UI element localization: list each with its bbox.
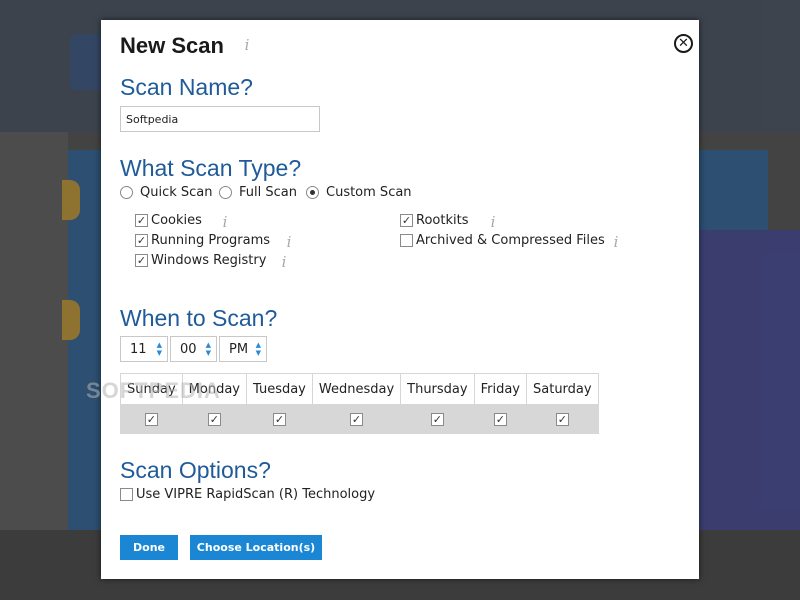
checkbox-label: Windows Registry (151, 253, 267, 268)
days-header-row: Sunday Monday Tuesday Wednesday Thursday… (120, 373, 599, 405)
quick-scan-radio[interactable]: Quick Scan (120, 185, 213, 200)
full-scan-radio[interactable]: Full Scan (219, 185, 297, 200)
checkbox-checked[interactable]: ✓ (135, 214, 148, 227)
checkbox-label: Rootkits (416, 213, 469, 228)
scan-type-heading: What Scan Type? (120, 155, 302, 181)
sunday-checkbox[interactable]: ✓ (144, 412, 158, 426)
day-cell: ✓ (120, 404, 183, 434)
running-programs-checkbox[interactable]: ✓ Running Programs (135, 233, 270, 248)
checkbox-label: Archived & Compressed Files (416, 233, 605, 248)
friday-checkbox[interactable]: ✓ (493, 412, 507, 426)
checkbox-unchecked[interactable] (400, 234, 413, 247)
day-header-tuesday: Tuesday (245, 373, 313, 405)
close-button[interactable]: ✕ (674, 34, 693, 53)
minute-spinner[interactable]: 00 ▲ ▼ (170, 336, 217, 362)
info-icon[interactable]: i (611, 234, 621, 250)
days-checkbox-row: ✓ ✓ ✓ ✓ ✓ ✓ ✓ (120, 404, 599, 434)
day-header-saturday: Saturday (526, 373, 599, 405)
thursday-checkbox[interactable]: ✓ (430, 412, 444, 426)
info-icon[interactable]: i (279, 254, 289, 270)
spinner-arrows-icon[interactable]: ▲ ▼ (256, 341, 261, 357)
new-scan-dialog: New Scan i ✕ Scan Name? What Scan Type? … (101, 20, 699, 579)
cookies-checkbox[interactable]: ✓ Cookies (135, 213, 202, 228)
day-cell: ✓ (311, 404, 402, 434)
info-icon[interactable]: i (242, 37, 252, 53)
days-table: Sunday Monday Tuesday Wednesday Thursday… (120, 373, 599, 434)
custom-scan-radio[interactable]: Custom Scan (306, 185, 412, 200)
checkbox-checked[interactable]: ✓ (135, 254, 148, 267)
tuesday-checkbox[interactable]: ✓ (272, 412, 286, 426)
day-cell: ✓ (526, 404, 599, 434)
info-icon[interactable]: i (284, 234, 294, 250)
day-cell: ✓ (473, 404, 528, 434)
ampm-value: PM (229, 341, 249, 357)
spinner-arrows-icon[interactable]: ▲ ▼ (157, 341, 162, 357)
hour-spinner[interactable]: 11 ▲ ▼ (120, 336, 168, 362)
radio-button[interactable] (120, 186, 133, 199)
scan-name-heading: Scan Name? (120, 74, 253, 100)
dialog-title: New Scan (120, 33, 224, 58)
radio-label: Custom Scan (326, 185, 412, 200)
day-header-sunday: Sunday (120, 373, 183, 405)
day-header-thursday: Thursday (400, 373, 475, 405)
checkbox-label: Use VIPRE RapidScan (R) Technology (136, 487, 376, 502)
spinner-arrows-icon[interactable]: ▲ ▼ (206, 341, 211, 357)
checkbox-label: Cookies (151, 213, 202, 228)
radio-button[interactable] (219, 186, 232, 199)
day-header-wednesday: Wednesday (311, 373, 402, 405)
checkbox-label: Running Programs (151, 233, 271, 248)
info-icon[interactable]: i (488, 214, 498, 230)
ampm-spinner[interactable]: PM ▲ ▼ (219, 336, 267, 362)
monday-checkbox[interactable]: ✓ (207, 412, 221, 426)
windows-registry-checkbox[interactable]: ✓ Windows Registry (135, 253, 266, 268)
rapidscan-checkbox[interactable]: Use VIPRE RapidScan (R) Technology (120, 487, 375, 502)
hour-value: 11 (130, 341, 147, 357)
day-header-friday: Friday (473, 373, 528, 405)
archived-files-checkbox[interactable]: Archived & Compressed Files (400, 233, 605, 248)
scan-options-heading: Scan Options? (120, 457, 271, 483)
radio-label: Quick Scan (140, 185, 213, 200)
choose-locations-button[interactable]: Choose Location(s) (190, 535, 322, 560)
day-cell: ✓ (400, 404, 475, 434)
day-header-monday: Monday (181, 373, 247, 405)
done-button[interactable]: Done (120, 535, 178, 560)
rootkits-checkbox[interactable]: ✓ Rootkits (400, 213, 468, 228)
close-icon: ✕ (678, 36, 689, 51)
day-cell: ✓ (181, 404, 247, 434)
saturday-checkbox[interactable]: ✓ (555, 412, 569, 426)
radio-label: Full Scan (239, 185, 297, 200)
day-cell: ✓ (245, 404, 313, 434)
checkbox-checked[interactable]: ✓ (400, 214, 413, 227)
minute-value: 00 (180, 341, 197, 357)
scan-name-input[interactable] (120, 106, 320, 132)
info-icon[interactable]: i (220, 214, 230, 230)
checkbox-unchecked[interactable] (120, 488, 133, 501)
when-to-scan-heading: When to Scan? (120, 305, 278, 331)
checkbox-checked[interactable]: ✓ (135, 234, 148, 247)
radio-button-selected[interactable] (306, 186, 319, 199)
wednesday-checkbox[interactable]: ✓ (350, 412, 363, 426)
